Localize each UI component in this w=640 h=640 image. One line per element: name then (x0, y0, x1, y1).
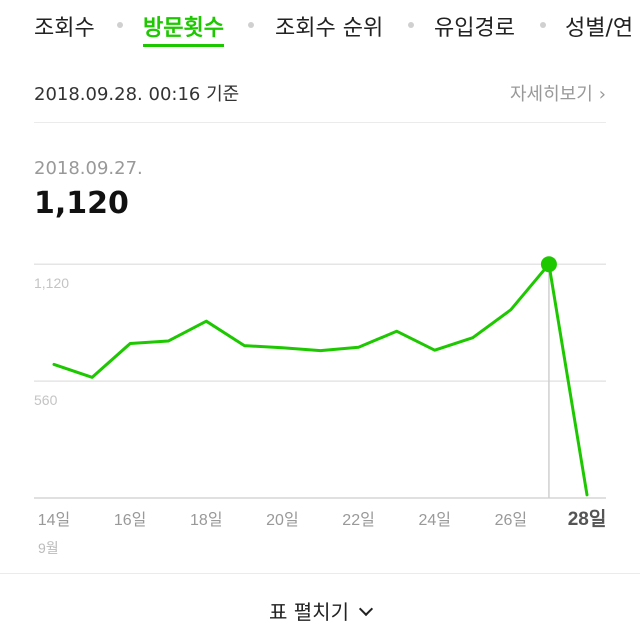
detail-link-label: 자세히보기 (509, 84, 593, 105)
data-point (471, 336, 475, 340)
x-tick-label: 18일 (190, 511, 223, 529)
data-point (204, 319, 208, 323)
x-tick-label: 26일 (495, 511, 528, 529)
selected-value: 1,120 (34, 186, 129, 221)
tab-views[interactable]: 조회수 (34, 10, 95, 42)
data-point (166, 339, 170, 343)
chevron-right-icon: › (598, 84, 606, 105)
chevron-down-icon (358, 601, 374, 617)
divider (34, 122, 606, 123)
data-point (128, 342, 132, 346)
y-tick-label: 1,120 (34, 275, 69, 291)
x-tick-label: 22일 (342, 511, 375, 529)
tab-separator-dot (408, 22, 414, 28)
y-tick-label: 560 (34, 392, 58, 408)
tab-separator-dot (248, 22, 254, 28)
x-tick-label: 16일 (114, 511, 147, 529)
selected-date: 2018.09.27. (34, 158, 143, 179)
visits-series-line (52, 262, 589, 497)
divider (0, 573, 640, 574)
tab-separator-dot (117, 22, 123, 28)
tab-visits[interactable]: 방문횟수 (143, 10, 224, 47)
tab-views-rank[interactable]: 조회수 순위 (275, 10, 383, 42)
x-tick-label: 28일 (568, 508, 607, 530)
tab-referrers[interactable]: 유입경로 (434, 10, 515, 42)
data-point (585, 493, 589, 497)
base-time-label: 2018.09.28. 00:16 기준 (34, 84, 240, 105)
data-point (433, 348, 437, 352)
data-point (90, 375, 94, 379)
data-point (509, 308, 513, 312)
stats-meta-row: 2018.09.28. 00:16 기준 자세히보기 › (34, 80, 606, 106)
data-point (395, 329, 399, 333)
visits-line-chart[interactable]: 560 1,120 14일 16일 18일 20일 22일 24일 26일 28일 9월 (0, 240, 640, 560)
data-point (280, 346, 284, 350)
expand-table-label: 표 펼치기 (269, 600, 349, 624)
data-point (52, 362, 56, 366)
tab-gender-age[interactable]: 성별/연 (565, 10, 633, 42)
data-point (319, 349, 323, 353)
x-tick-label: 20일 (266, 511, 299, 529)
data-point (357, 345, 361, 349)
data-point (242, 344, 246, 348)
expand-table-button[interactable]: 표 펼치기 (0, 596, 640, 636)
highlight-point (540, 256, 557, 273)
detail-link[interactable]: 자세히보기 › (510, 80, 606, 106)
x-tick-label: 24일 (418, 511, 451, 529)
x-month-label: 9월 (38, 540, 59, 556)
stats-tab-bar: 조회수 방문횟수 조회수 순위 유입경로 성별/연 (0, 0, 640, 52)
x-tick-label: 14일 (38, 511, 71, 529)
tab-separator-dot (540, 22, 546, 28)
